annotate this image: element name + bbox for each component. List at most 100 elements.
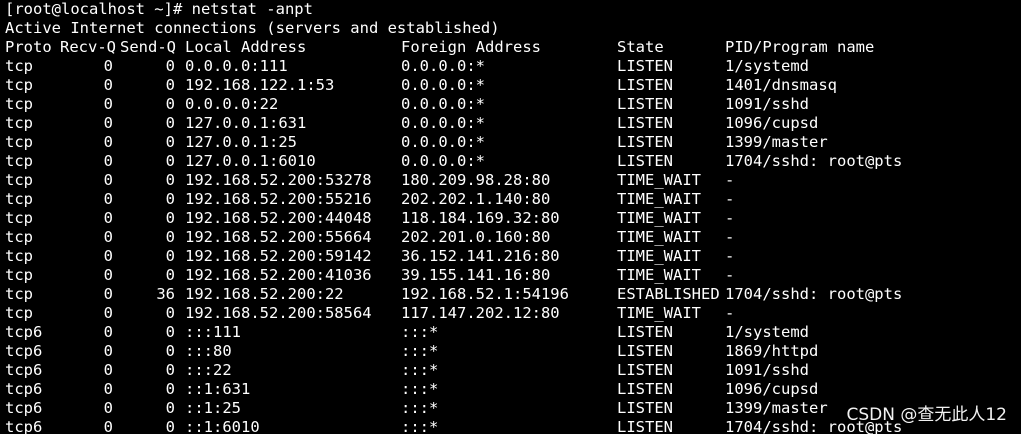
table-row: tcp 0 0 192.168.122.1:53 0.0.0.0:* LISTEN 1401… [0,76,1021,95]
row-proto: tcp [5,228,33,246]
table-row: tcp 0 0 192.168.52.200:55216 202.202.1.140:8… [0,190,1021,209]
row-local-address: 192.168.52.200:55664 [185,228,372,246]
table-row: tcp6 0 0:::22:::* LISTEN 1091/sshd [0,361,1021,380]
row-local-address: 0.0.0.0:111 [185,57,288,75]
row-recv-q: 0 [103,133,113,151]
row-foreign-address: 202.201.0.160:80 [401,228,551,246]
row-recv-q: 0 [103,342,113,360]
row-send-q: 0 [165,114,175,132]
netstat-info-line: Active Internet connections (servers and… [5,19,500,37]
row-foreign-address: 39.155.141.16:80 [401,266,551,284]
table-row: tcp 0 0 192.168.52.200:55664 202.201.0.160:8… [0,228,1021,247]
row-recv-q: 0 [103,190,113,208]
row-local-address: ::1:6010 [185,418,260,434]
row-local-address: 192.168.122.1:53 [185,76,335,94]
row-state: TIME_WAIT [617,266,701,284]
row-proto: tcp [5,114,33,132]
row-local-address: 192.168.52.200:58564 [185,304,372,322]
table-row: tcp 0 0 127.0.0.1:6010 0.0.0.0:* LISTEN 1704/s… [0,152,1021,171]
row-recv-q: 0 [103,304,113,322]
row-local-address: 192.168.52.200:53278 [185,171,372,189]
row-local-address: 192.168.52.200:59142 [185,247,372,265]
row-recv-q: 0 [103,209,113,227]
row-send-q: 0 [165,76,175,94]
row-foreign-address: 0.0.0.0:* [401,76,485,94]
row-local-address: 192.168.52.200:41036 [185,266,372,284]
row-local-address: ::1:631 [185,380,251,398]
row-send-q: 0 [165,171,175,189]
header-pid-program: PID/Program name [725,38,875,56]
row-pid-program: 1399/master [725,399,828,417]
row-local-address: 127.0.0.1:631 [185,114,307,132]
row-state: LISTEN [617,380,673,398]
row-state: LISTEN [617,399,673,417]
row-proto: tcp [5,133,33,151]
row-state: LISTEN [617,57,673,75]
row-proto: tcp [5,209,33,227]
row-foreign-address: 0.0.0.0:* [401,152,485,170]
row-send-q: 0 [165,247,175,265]
row-state: LISTEN [617,133,673,151]
row-local-address: 192.168.52.200:44048 [185,209,372,227]
row-send-q: 0 [165,342,175,360]
row-state: LISTEN [617,342,673,360]
row-send-q: 0 [165,190,175,208]
row-recv-q: 0 [103,285,113,303]
row-send-q: 0 [165,57,175,75]
header-local-address: Local Address [185,38,307,56]
header-state: State [617,38,664,56]
row-foreign-address: 202.202.1.140:80 [401,190,551,208]
table-row: tcp6 0 0::1:631:::* LISTEN 1096/cupsd [0,380,1021,399]
row-recv-q: 0 [103,152,113,170]
row-pid-program: 1399/master [725,133,828,151]
row-send-q: 0 [165,228,175,246]
row-pid-program: 1869/httpd [725,342,819,360]
row-send-q: 0 [165,152,175,170]
row-foreign-address: 192.168.52.1:54196 [401,285,569,303]
table-row: tcp 0 36 192.168.52.200:22 192.168.52.1:5419… [0,285,1021,304]
row-proto: tcp [5,285,33,303]
row-proto: tcp [5,152,33,170]
row-state: TIME_WAIT [617,228,701,246]
row-foreign-address: :::* [401,418,439,434]
row-state: LISTEN [617,95,673,113]
row-recv-q: 0 [103,228,113,246]
row-recv-q: 0 [103,361,113,379]
row-state: TIME_WAIT [617,171,701,189]
row-state: ESTABLISHED [617,285,720,303]
table-row: tcp6 0 0:::111:::* LISTEN 1/systemd [0,323,1021,342]
row-pid-program: 1091/sshd [725,361,809,379]
row-foreign-address: 0.0.0.0:* [401,57,485,75]
row-local-address: :::22 [185,361,232,379]
row-proto: tcp [5,266,33,284]
row-local-address: :::80 [185,342,232,360]
row-proto: tcp [5,171,33,189]
table-row: tcp 0 0 127.0.0.1:631 0.0.0.0:* LISTEN 1096/cu… [0,114,1021,133]
csdn-watermark: CSDN @查无此人12 [846,405,1007,425]
row-pid-program: - [725,171,735,189]
row-foreign-address: 0.0.0.0:* [401,133,485,151]
table-row: tcp 0 0 192.168.52.200:41036 39.155.141.16:8… [0,266,1021,285]
row-pid-program: 1704/sshd: root@pts [725,285,903,303]
table-row: tcp 0 0 0.0.0.0:22 0.0.0.0:* LISTEN 1091/sshd [0,95,1021,114]
row-recv-q: 0 [103,95,113,113]
row-recv-q: 0 [103,114,113,132]
table-row: tcp 0 0 0.0.0.0:111 0.0.0.0:* LISTEN 1/systemd [0,57,1021,76]
row-send-q: 0 [165,361,175,379]
row-recv-q: 0 [103,57,113,75]
row-local-address: 0.0.0.0:22 [185,95,279,113]
row-foreign-address: :::* [401,361,439,379]
row-proto: tcp6 [5,399,43,417]
row-proto: tcp6 [5,323,43,341]
row-recv-q: 0 [103,266,113,284]
row-pid-program: - [725,209,735,227]
row-foreign-address: :::* [401,323,439,341]
row-proto: tcp6 [5,418,43,434]
row-recv-q: 0 [103,247,113,265]
row-send-q: 0 [165,304,175,322]
row-pid-program: 1/systemd [725,57,809,75]
header-proto: Proto [5,38,52,56]
row-proto: tcp6 [5,342,43,360]
terminal-window[interactable]: [root@localhost ~]# netstat -anpt Active… [0,0,1021,434]
table-row: tcp 0 0 192.168.52.200:44048 118.184.169.32:… [0,209,1021,228]
